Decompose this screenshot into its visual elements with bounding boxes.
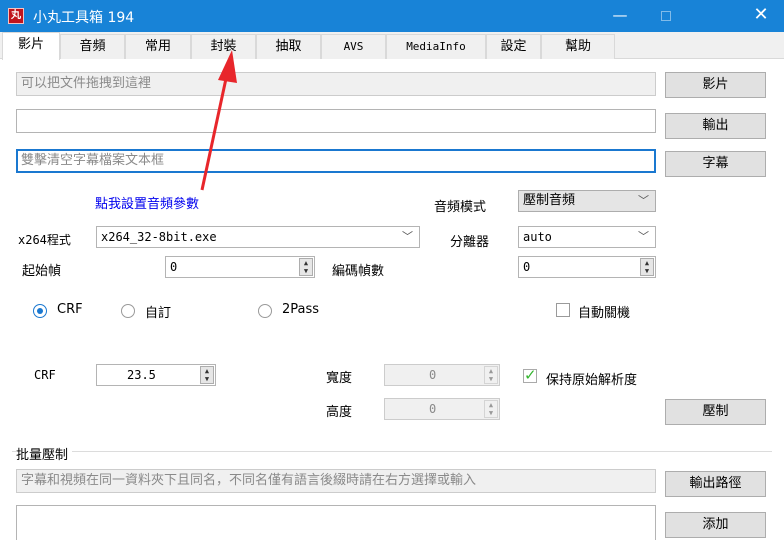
tab-extract[interactable]: 抽取 xyxy=(256,34,321,59)
chevron-down-icon: ﹀ xyxy=(638,194,649,207)
x264-select[interactable]: x264_32-8bit.exe ﹀ xyxy=(96,226,420,248)
stepper-up-icon[interactable]: ▲ xyxy=(485,401,497,409)
tab-settings[interactable]: 設定 xyxy=(486,34,541,59)
crf-value: 23.5 xyxy=(127,368,156,382)
batch-hint-field[interactable]: 字幕和視頻在同一資料夾下且同名，不同名僅有語言後綴時請在右方選擇或輸入 xyxy=(16,469,656,493)
app-icon: 丸 xyxy=(8,8,24,24)
output-field[interactable] xyxy=(16,109,656,133)
video-input-placeholder: 可以把文件拖拽到這裡 xyxy=(21,76,152,91)
width-stepper[interactable]: 0 ▲ ▼ xyxy=(384,364,500,386)
height-value: 0 xyxy=(429,402,437,416)
height-stepper[interactable]: 0 ▲ ▼ xyxy=(384,398,500,420)
splitter-select[interactable]: auto ﹀ xyxy=(518,226,656,248)
audio-mode-label: 音頻模式 xyxy=(434,200,487,215)
tab-mux[interactable]: 封裝 xyxy=(191,34,256,59)
output-button[interactable]: 輸出 xyxy=(665,113,766,139)
title-bar[interactable]: 丸 小丸工具箱 194 — ✕ xyxy=(0,0,784,32)
tab-video[interactable]: 影片 xyxy=(2,32,60,60)
x264-value: x264_32-8bit.exe xyxy=(101,230,217,244)
tab-avs[interactable]: AVS xyxy=(321,34,386,59)
start-frame-label: 起始幀 xyxy=(22,264,62,279)
stepper-down-icon[interactable]: ▼ xyxy=(300,267,312,275)
window-title: 小丸工具箱 194 xyxy=(33,10,135,26)
tab-strip: 影片 音頻 常用 封裝 抽取 AVS MediaInfo 設定 幫助 xyxy=(0,32,784,60)
close-button[interactable]: ✕ xyxy=(738,0,784,32)
stepper-buttons[interactable]: ▲ ▼ xyxy=(200,366,214,384)
start-frame-value: 0 xyxy=(170,260,178,274)
keep-resolution-label: 保持原始解析度 xyxy=(546,373,638,388)
stepper-down-icon[interactable]: ▼ xyxy=(485,409,497,417)
video-input-field[interactable]: 可以把文件拖拽到這裡 xyxy=(16,72,656,96)
tab-common[interactable]: 常用 xyxy=(125,34,191,59)
width-value: 0 xyxy=(429,368,437,382)
mode-crf-label: CRF xyxy=(57,302,83,317)
subtitle-field[interactable]: 雙擊清空字幕檔案文本框 xyxy=(16,149,656,173)
subtitle-button[interactable]: 字幕 xyxy=(665,151,766,177)
audio-mode-select[interactable]: 壓制音頻 ﹀ xyxy=(518,190,656,212)
maximize-button[interactable] xyxy=(643,0,689,32)
maximize-icon xyxy=(661,11,671,21)
stepper-up-icon[interactable]: ▲ xyxy=(300,259,312,267)
stepper-down-icon[interactable]: ▼ xyxy=(201,375,213,383)
stepper-up-icon[interactable]: ▲ xyxy=(201,367,213,375)
width-label: 寬度 xyxy=(326,371,353,386)
stepper-up-icon[interactable]: ▲ xyxy=(641,259,653,267)
mode-custom-radio[interactable] xyxy=(121,304,135,318)
splitter-value: auto xyxy=(523,230,552,244)
batch-hint-placeholder: 字幕和視頻在同一資料夾下且同名，不同名僅有語言後綴時請在右方選擇或輸入 xyxy=(21,473,477,488)
subtitle-placeholder: 雙擊清空字幕檔案文本框 xyxy=(21,153,165,168)
height-label: 高度 xyxy=(326,405,353,420)
video-tab-panel: 可以把文件拖拽到這裡 影片 輸出 雙擊清空字幕檔案文本框 字幕 點我設置音頻參數… xyxy=(0,59,784,540)
add-button[interactable]: 添加 xyxy=(665,512,766,538)
batch-group-title: 批量壓制 xyxy=(16,444,73,463)
mode-2pass-radio[interactable] xyxy=(258,304,272,318)
crf-stepper[interactable]: 23.5 ▲ ▼ xyxy=(96,364,216,386)
tab-mediainfo[interactable]: MediaInfo xyxy=(386,34,486,59)
stepper-buttons[interactable]: ▲ ▼ xyxy=(640,258,654,276)
auto-shutdown-label: 自動關機 xyxy=(578,306,631,321)
stepper-down-icon[interactable]: ▼ xyxy=(641,267,653,275)
chevron-down-icon: ﹀ xyxy=(402,230,413,243)
encode-frames-stepper[interactable]: 0 ▲ ▼ xyxy=(518,256,656,278)
audio-settings-link[interactable]: 點我設置音頻參數 xyxy=(95,193,199,212)
splitter-label: 分離器 xyxy=(450,235,490,250)
batch-file-list[interactable] xyxy=(16,505,656,540)
keep-resolution-checkbox[interactable]: ✓ xyxy=(523,366,537,384)
mode-custom-label: 自訂 xyxy=(145,306,172,321)
auto-shutdown-checkbox[interactable] xyxy=(556,303,570,317)
stepper-down-icon[interactable]: ▼ xyxy=(485,375,497,383)
output-path-button[interactable]: 輸出路徑 xyxy=(665,471,766,497)
video-button[interactable]: 影片 xyxy=(665,72,766,98)
mode-2pass-label: 2Pass xyxy=(282,302,320,317)
check-icon: ✓ xyxy=(524,366,537,384)
stepper-buttons[interactable]: ▲ ▼ xyxy=(299,258,313,276)
audio-mode-value: 壓制音頻 xyxy=(523,193,576,208)
start-frame-stepper[interactable]: 0 ▲ ▼ xyxy=(165,256,315,278)
stepper-up-icon[interactable]: ▲ xyxy=(485,367,497,375)
tab-help[interactable]: 幫助 xyxy=(541,34,615,59)
batch-group-divider xyxy=(12,451,772,452)
stepper-buttons[interactable]: ▲ ▼ xyxy=(484,366,498,384)
chevron-down-icon: ﹀ xyxy=(638,230,649,243)
stepper-buttons[interactable]: ▲ ▼ xyxy=(484,400,498,418)
encode-frames-value: 0 xyxy=(523,260,531,274)
crf-label: CRF xyxy=(34,368,56,382)
x264-label: x264程式 xyxy=(18,233,71,247)
minimize-button[interactable]: — xyxy=(597,0,643,32)
mode-crf-radio[interactable] xyxy=(33,304,47,318)
tab-audio[interactable]: 音頻 xyxy=(60,34,125,59)
encode-frames-label: 編碼幀數 xyxy=(332,264,385,279)
encode-button[interactable]: 壓制 xyxy=(665,399,766,425)
